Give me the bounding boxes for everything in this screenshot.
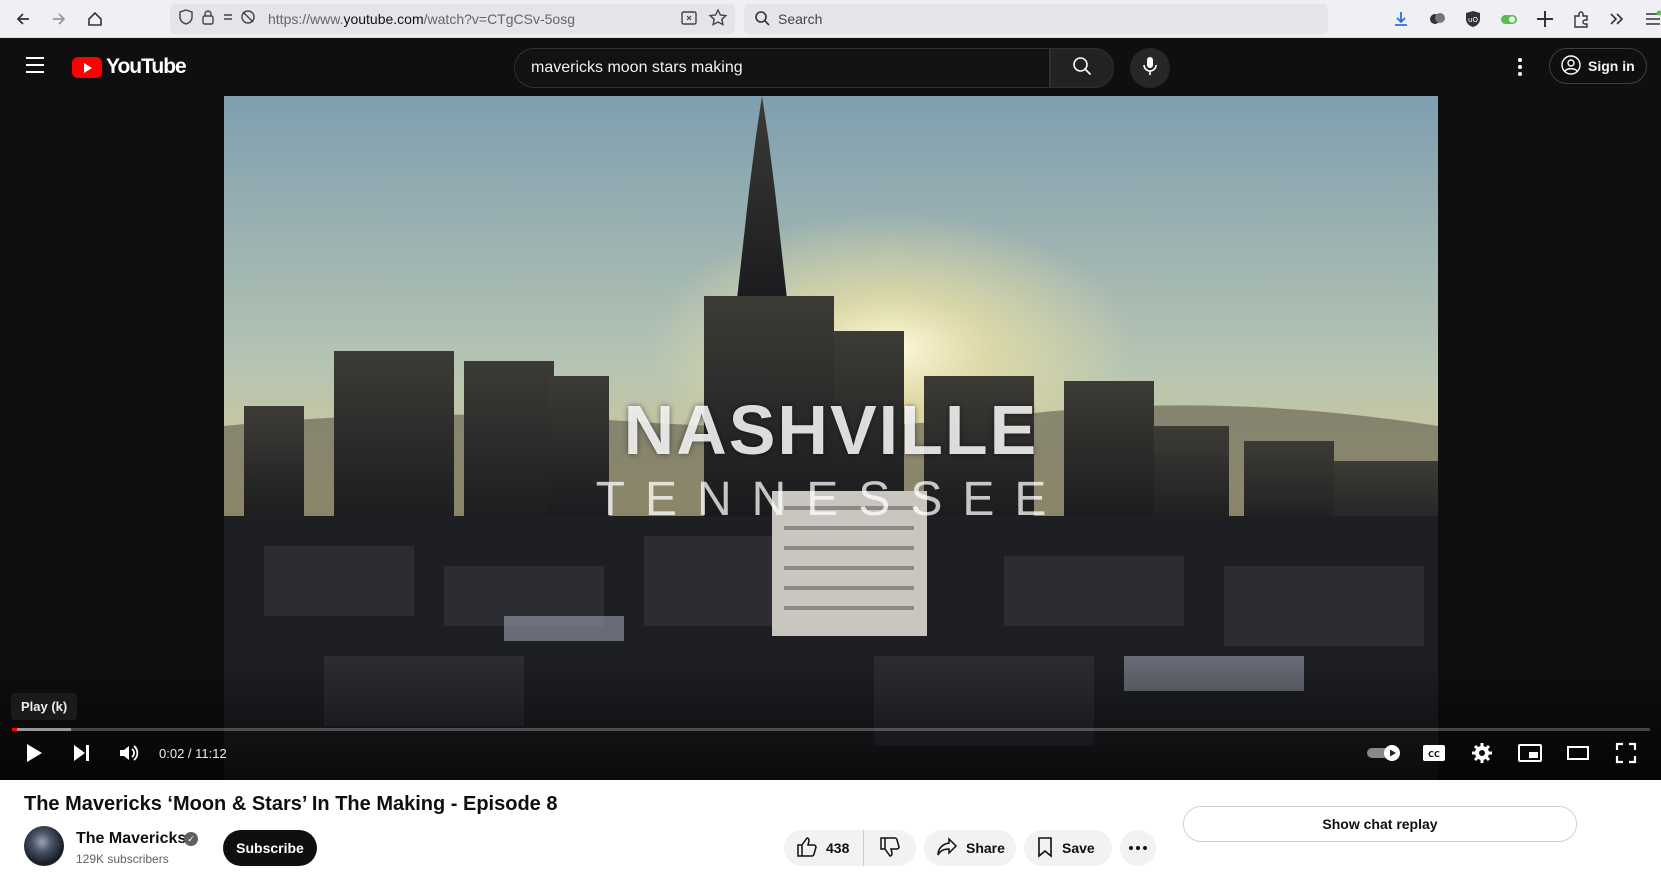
address-bar[interactable]: https://www.youtube.com/watch?v=CTgCSv-5… bbox=[170, 4, 735, 34]
play-button[interactable] bbox=[16, 737, 52, 773]
youtube-logo-text: YouTube bbox=[106, 55, 187, 78]
settings-more-icon[interactable] bbox=[1508, 52, 1532, 82]
gear-icon bbox=[1471, 742, 1493, 769]
progress-played bbox=[12, 728, 17, 731]
forward-icon[interactable] bbox=[44, 4, 74, 34]
shield-icon[interactable] bbox=[178, 8, 194, 30]
search-icon bbox=[1071, 55, 1093, 82]
lock-icon[interactable] bbox=[200, 9, 216, 30]
toggle-extension-icon[interactable] bbox=[1494, 4, 1524, 34]
browser-search-placeholder: Search bbox=[778, 11, 823, 27]
extension-mask-icon[interactable] bbox=[1422, 4, 1452, 34]
save-button[interactable]: Save bbox=[1024, 830, 1112, 866]
extension-toolbar: uO bbox=[1386, 4, 1661, 34]
settings-button[interactable] bbox=[1464, 737, 1500, 773]
like-count: 438 bbox=[826, 840, 850, 856]
voice-search-button[interactable] bbox=[1130, 48, 1170, 88]
dislike-button[interactable] bbox=[864, 830, 916, 866]
next-button[interactable] bbox=[63, 737, 99, 773]
home-icon[interactable] bbox=[80, 4, 110, 34]
svg-text:CC: CC bbox=[1428, 750, 1440, 759]
browser-search-bar[interactable]: Search bbox=[744, 4, 1328, 34]
url-path: /watch?v=CTgCSv-5osg bbox=[423, 11, 575, 27]
url-domain: youtube.com bbox=[343, 11, 424, 27]
account-icon bbox=[1560, 54, 1582, 79]
volume-button[interactable] bbox=[111, 737, 147, 773]
search-query-text: mavericks moon stars making bbox=[531, 59, 743, 76]
sign-in-label: Sign in bbox=[1588, 58, 1635, 74]
subtitles-button[interactable]: CC bbox=[1416, 737, 1452, 773]
channel-name[interactable]: The Mavericks bbox=[76, 830, 186, 848]
progress-bar[interactable] bbox=[12, 728, 1650, 731]
overflow-chevron-icon[interactable] bbox=[1602, 4, 1632, 34]
channel-avatar[interactable] bbox=[24, 826, 64, 866]
youtube-play-logo-icon bbox=[72, 56, 102, 78]
volume-icon bbox=[118, 743, 140, 768]
url-text[interactable]: https://www.youtube.com/watch?v=CTgCSv-5… bbox=[268, 11, 575, 27]
app-menu-icon[interactable] bbox=[1638, 4, 1661, 34]
verified-badge-icon: ✓ bbox=[184, 832, 198, 846]
url-prefix: https://www. bbox=[268, 11, 344, 27]
autoplay-toggle-icon bbox=[1366, 743, 1402, 768]
ublock-icon[interactable]: uO bbox=[1458, 4, 1488, 34]
miniplayer-icon bbox=[1518, 743, 1542, 768]
subscriber-count: 129K subscribers bbox=[76, 852, 169, 866]
hamburger-menu-icon[interactable] bbox=[20, 52, 50, 82]
autoplay-toggle[interactable] bbox=[1366, 737, 1402, 773]
skip-next-icon bbox=[71, 743, 91, 768]
theater-mode-icon bbox=[1566, 745, 1590, 766]
play-tooltip: Play (k) bbox=[11, 693, 78, 720]
video-overlay-title: NASHVILLE bbox=[623, 391, 1039, 469]
video-player[interactable]: NASHVILLE TENNESSEE Play (k) 0:02 / 11:1… bbox=[0, 96, 1661, 780]
permissions-icon[interactable] bbox=[222, 9, 258, 30]
fullscreen-button[interactable] bbox=[1608, 737, 1644, 773]
more-actions-button[interactable] bbox=[1120, 830, 1156, 866]
sparkle-extension-icon[interactable] bbox=[1530, 4, 1560, 34]
save-label: Save bbox=[1062, 840, 1095, 856]
microphone-icon bbox=[1141, 55, 1159, 82]
bookmark-star-icon[interactable] bbox=[707, 7, 729, 34]
show-chat-replay-button[interactable]: Show chat replay bbox=[1183, 806, 1577, 842]
closed-captions-icon: CC bbox=[1422, 743, 1446, 768]
miniplayer-button[interactable] bbox=[1512, 737, 1548, 773]
subscribe-button[interactable]: Subscribe bbox=[223, 830, 317, 866]
youtube-logo[interactable]: YouTube bbox=[72, 55, 187, 79]
thumbs-up-icon bbox=[796, 836, 818, 861]
like-dislike-group: 438 bbox=[784, 830, 916, 866]
thumbs-down-icon bbox=[879, 836, 901, 861]
share-arrow-icon bbox=[936, 836, 958, 860]
bookmark-icon bbox=[1036, 836, 1054, 861]
share-button[interactable]: Share bbox=[924, 830, 1016, 866]
svg-text:uO: uO bbox=[1468, 16, 1478, 24]
time-display: 0:02 / 11:12 bbox=[159, 746, 227, 761]
video-title: The Mavericks ‘Moon & Stars’ In The Maki… bbox=[24, 793, 558, 815]
puzzle-extensions-icon[interactable] bbox=[1566, 4, 1596, 34]
back-icon[interactable] bbox=[8, 4, 38, 34]
youtube-search-input[interactable]: mavericks moon stars making bbox=[514, 48, 1050, 88]
controls-gradient bbox=[0, 656, 1661, 780]
theater-mode-button[interactable] bbox=[1560, 737, 1596, 773]
sign-in-button[interactable]: Sign in bbox=[1549, 48, 1647, 84]
share-label: Share bbox=[966, 840, 1005, 856]
youtube-header: YouTube mavericks moon stars making Sign… bbox=[0, 38, 1661, 96]
youtube-search-button[interactable] bbox=[1050, 48, 1114, 88]
download-icon[interactable] bbox=[1386, 4, 1416, 34]
play-icon bbox=[24, 742, 44, 769]
progress-buffered bbox=[12, 728, 71, 731]
like-button[interactable]: 438 bbox=[784, 830, 864, 866]
browser-toolbar: https://www.youtube.com/watch?v=CTgCSv-5… bbox=[0, 0, 1661, 38]
search-icon bbox=[754, 10, 770, 29]
translate-icon[interactable] bbox=[679, 7, 701, 34]
fullscreen-icon bbox=[1615, 742, 1637, 769]
video-overlay-subtitle: TENNESSEE bbox=[595, 473, 1067, 526]
